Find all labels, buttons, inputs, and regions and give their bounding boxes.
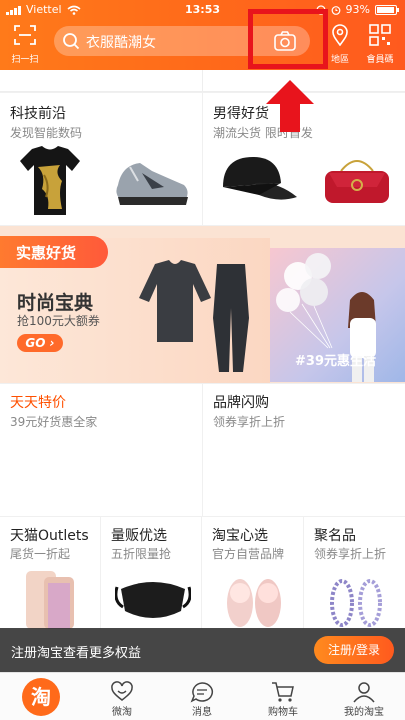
card-subtitle: 39元好货惠全家 xyxy=(10,415,98,429)
promo-right-tag: #39元惠生活 xyxy=(295,354,376,369)
tab-weitao[interactable]: 微淘 xyxy=(87,677,157,718)
handbag-image xyxy=(325,160,389,203)
up-arrow-icon xyxy=(266,80,314,132)
tab-label: 购物车 xyxy=(268,707,298,718)
promo-title: 时尚宝典 xyxy=(17,292,94,314)
tshirt-image xyxy=(20,146,80,215)
divider xyxy=(202,70,203,92)
outlets-card[interactable]: 天猫Outlets 尾货一折起 xyxy=(0,517,100,629)
card-title: 天猫Outlets xyxy=(10,528,89,544)
taobao-select-card[interactable]: 淘宝心选 官方自营品牌 xyxy=(202,517,303,629)
search-placeholder: 衣服酷潮女 xyxy=(86,35,156,51)
tab-messages[interactable]: 消息 xyxy=(167,677,237,718)
scan-icon xyxy=(14,25,36,45)
map-button[interactable]: 地區 xyxy=(325,24,355,65)
thermal-clothing-image xyxy=(139,260,249,372)
banner-text: 注册淘宝查看更多权益 xyxy=(11,646,142,661)
tab-cart[interactable]: 购物车 xyxy=(248,677,318,718)
member-code-label: 會員碼 xyxy=(366,55,394,65)
card-title: 聚名品 xyxy=(314,528,356,544)
card-subtitle: 领券享折上折 xyxy=(213,415,286,429)
tab-label: 消息 xyxy=(192,707,212,718)
battery-icon xyxy=(375,4,399,15)
brand-flash-card[interactable]: 品牌闪购 领券享折上折 xyxy=(203,384,405,516)
top-header: Viettel 13:53 93% 扫一扫 衣服酷潮女 地區 會員碼 xyxy=(0,0,405,70)
daily-deals-card[interactable]: 天天特价 39元好货惠全家 xyxy=(0,384,202,516)
go-button[interactable]: GO › xyxy=(17,334,63,352)
sneaker-image xyxy=(116,163,188,205)
member-code-button[interactable]: 會員碼 xyxy=(363,24,397,65)
location-pin-icon xyxy=(332,24,348,47)
scan-label: 扫一扫 xyxy=(11,55,39,65)
card-subtitle: 官方自营品牌 xyxy=(212,547,285,561)
card-title: 品牌闪购 xyxy=(213,395,269,411)
card-subtitle: 尾货一折起 xyxy=(10,547,71,561)
cap-image xyxy=(223,157,297,200)
map-label: 地區 xyxy=(330,55,349,65)
message-icon xyxy=(190,682,214,703)
battery-percent: 93% xyxy=(345,3,370,16)
face-mask-image xyxy=(115,582,191,618)
tech-card[interactable]: 科技前沿 发现智能数码 xyxy=(0,93,202,225)
register-banner: 注册淘宝查看更多权益 注册/登录 xyxy=(0,628,405,672)
search-icon xyxy=(63,33,80,50)
promo-tag: 实惠好货 xyxy=(0,236,108,268)
card-title: 天天特价 xyxy=(10,395,66,411)
slippers-image xyxy=(227,579,281,627)
promo-subtitle: 抢100元大额券 xyxy=(17,314,100,328)
card-title: 男得好货 xyxy=(213,106,269,122)
famous-brands-card[interactable]: 聚名品 领券享折上折 xyxy=(304,517,405,629)
scan-button[interactable]: 扫一扫 xyxy=(8,24,42,65)
go-label: GO xyxy=(25,336,46,350)
card-title: 量贩优选 xyxy=(111,528,167,544)
highlight-box xyxy=(248,9,328,69)
card-title: 淘宝心选 xyxy=(212,528,268,544)
cart-icon xyxy=(272,682,294,702)
tab-label: 我的淘宝 xyxy=(344,707,384,718)
alarm-icon xyxy=(331,5,340,15)
weitao-icon xyxy=(111,681,133,701)
bottom-tab-bar: 微淘 消息 购物车 我的淘宝 xyxy=(0,672,405,720)
card-subtitle: 领券享折上折 xyxy=(314,547,387,561)
user-icon xyxy=(353,682,375,703)
card-subtitle: 发现智能数码 xyxy=(10,126,83,140)
card-title: 科技前沿 xyxy=(10,106,66,122)
register-login-button[interactable]: 注册/登录 xyxy=(314,636,394,664)
earrings-image xyxy=(330,579,382,627)
status-bar: Viettel 13:53 93% xyxy=(0,0,405,20)
phone-image xyxy=(26,571,74,629)
tab-label: 微淘 xyxy=(112,707,132,718)
taobao-home-icon[interactable]: 淘 xyxy=(22,678,60,716)
bulk-select-card[interactable]: 量贩优选 五折限量抢 xyxy=(101,517,201,629)
card-subtitle: 五折限量抢 xyxy=(111,547,172,561)
qr-code-icon xyxy=(369,24,391,46)
tab-my-taobao[interactable]: 我的淘宝 xyxy=(329,677,399,718)
